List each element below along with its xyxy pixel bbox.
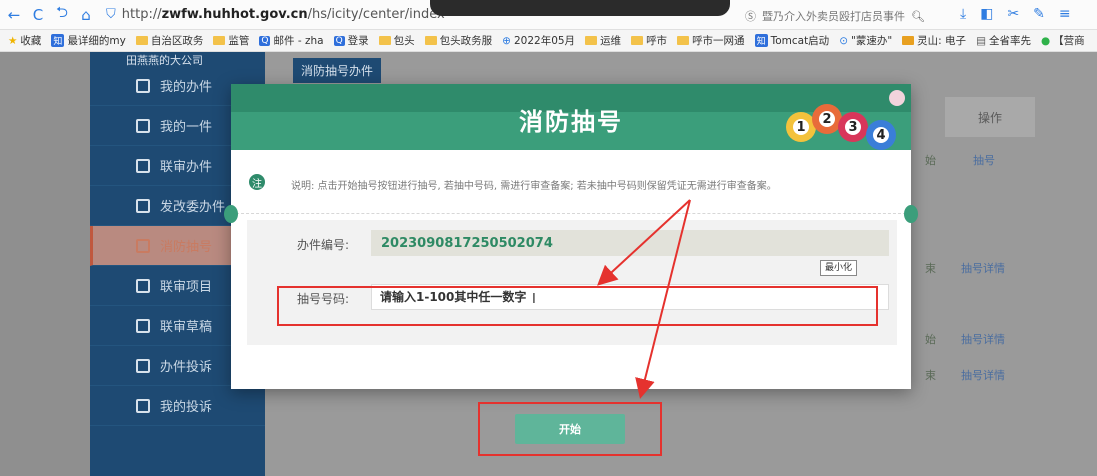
- company-name: 田燕燕的大公司: [126, 54, 203, 67]
- row-action-link[interactable]: 抽号: [973, 152, 995, 168]
- folder-icon: [677, 36, 690, 45]
- bookmark-folder[interactable]: 监管: [213, 33, 249, 48]
- folder-icon: [378, 36, 391, 45]
- bookmark-folder[interactable]: 呼市: [631, 33, 667, 48]
- document-icon: [136, 318, 150, 333]
- lottery-balls-icon: 1 2 3 4: [786, 104, 906, 150]
- ball-icon: 4: [866, 120, 896, 150]
- screen-recorder-bar: [430, 0, 730, 16]
- bookmark-folder[interactable]: 呼市一网通: [677, 33, 745, 48]
- search-engine-icon: Ⓢ: [745, 10, 756, 23]
- dialog-header: 消防抽号 1 2 3 4: [231, 84, 911, 150]
- annotation-box-input: [277, 286, 878, 326]
- row-action-link[interactable]: 抽号详情: [961, 260, 1005, 276]
- folder-icon: [902, 36, 915, 45]
- undo-icon[interactable]: ⮌: [52, 3, 72, 25]
- bookmark-favorites[interactable]: ★ 收藏: [8, 33, 41, 48]
- bookmark-folder[interactable]: 包头: [378, 33, 415, 48]
- folder-icon: [424, 36, 437, 45]
- folder-icon: [631, 36, 644, 45]
- case-number-value: 2023090817250502074: [371, 230, 889, 256]
- list-icon: [136, 278, 150, 293]
- card-icon: [136, 158, 150, 173]
- search-hint-text: 暨乃介入外卖员殴打店员事件: [762, 10, 905, 23]
- bookmark-item[interactable]: 知 Tomcat启动: [754, 33, 829, 48]
- column-header-operation: 操作: [945, 97, 1035, 137]
- notice-panel: 注 说明: 点击开始抽号按钮进行抽号, 若抽中号码, 需进行审查备案; 若未抽中…: [231, 150, 911, 214]
- bookmarks-bar: ★ 收藏 知最详细的my 自治区政务 监管 Q 邮件 - zha Q 登录 包头 包头…: [0, 30, 1097, 52]
- url-host: zwfw.huhhot.gov.cn: [161, 7, 308, 22]
- case-number-label: 办件编号:: [297, 238, 350, 252]
- extension-icon[interactable]: ◧: [980, 6, 993, 22]
- form-area: 办件编号: 2023090817250502074 最小化 抽号号码: I: [247, 220, 897, 345]
- folder-icon: [135, 36, 148, 45]
- fire-lottery-dialog: 消防抽号 1 2 3 4 注 说明: 点击开始抽号按钮进行抽号, 若抽中号码, …: [224, 84, 918, 444]
- notch-right: [904, 205, 918, 223]
- card-icon: [136, 198, 150, 213]
- complaint-icon: [136, 358, 150, 373]
- bookmark-item[interactable]: Q 邮件 - zha: [259, 33, 324, 48]
- back-icon[interactable]: ←: [4, 5, 24, 25]
- document-icon: [136, 118, 150, 133]
- tab-fire-lottery-cases[interactable]: 消防抽号办件: [293, 58, 382, 83]
- minimize-tooltip: 最小化: [820, 260, 858, 276]
- bookmark-item[interactable]: ⊙ "蒙速办": [839, 33, 892, 48]
- bookmark-item[interactable]: ▤ 全省率先: [976, 33, 1031, 48]
- search-hint[interactable]: Ⓢ 暨乃介入外卖员殴打店员事件 🔍︎: [745, 8, 925, 24]
- row-status: 始: [925, 333, 936, 346]
- row-action-link[interactable]: 抽号详情: [961, 367, 1005, 383]
- bookmark-item[interactable]: ● 【营商: [1041, 33, 1085, 48]
- row-status: 束: [925, 262, 936, 275]
- bookmark-folder[interactable]: 包头政务服: [424, 33, 492, 48]
- document-icon: [136, 78, 150, 93]
- toolbar-icons: ⤓ ◧ ✂ ✎ ≡: [960, 6, 1071, 22]
- annotation-box-button: [478, 402, 662, 456]
- pen-icon[interactable]: ✎: [1033, 6, 1045, 22]
- tools-icon[interactable]: ✂: [1007, 6, 1019, 22]
- notice-text: 说明: 点击开始抽号按钮进行抽号, 若抽中号码, 需进行审查备案; 若未抽中号码…: [291, 181, 777, 192]
- bookmark-folder[interactable]: 自治区政务: [135, 33, 203, 48]
- browser-address-bar: ← C ⮌ ⌂ ⛉ http://zwfw.huhhot.gov.cn/hs/i…: [0, 0, 1097, 30]
- bookmark-folder[interactable]: 运维: [585, 33, 621, 48]
- ball-icon: 3: [838, 112, 868, 142]
- folder-icon: [585, 36, 598, 45]
- document-icon: [136, 238, 150, 253]
- notch-left: [224, 205, 238, 223]
- complaint-icon: [136, 398, 150, 413]
- close-icon[interactable]: [889, 90, 905, 106]
- bookmark-item[interactable]: 知最详细的my: [51, 33, 126, 48]
- menu-icon[interactable]: ≡: [1059, 6, 1071, 22]
- refresh-icon[interactable]: C: [28, 5, 48, 25]
- bookmark-item[interactable]: 灵山: 电子: [902, 33, 966, 48]
- download-icon[interactable]: ⤓: [960, 6, 966, 22]
- sidebar-item-my-complaints[interactable]: 我的投诉: [90, 386, 265, 426]
- home-icon[interactable]: ⌂: [76, 5, 96, 25]
- url-field[interactable]: ⛉ http://zwfw.huhhot.gov.cn/hs/icity/cen…: [106, 7, 445, 22]
- search-icon[interactable]: 🔍︎: [911, 10, 925, 23]
- bookmark-item[interactable]: ⊕ 2022年05月: [502, 33, 575, 48]
- url-prefix: http://: [121, 7, 162, 22]
- folder-icon: [213, 36, 226, 45]
- row-action-link[interactable]: 抽号详情: [961, 331, 1005, 347]
- row-status: 束: [925, 369, 936, 382]
- url-path: /hs/icity/center/index: [307, 7, 445, 22]
- bookmark-item[interactable]: Q 登录: [333, 33, 369, 48]
- shield-icon: ⛉: [106, 7, 116, 22]
- row-status: 始: [925, 154, 936, 167]
- note-icon: 注: [249, 174, 265, 190]
